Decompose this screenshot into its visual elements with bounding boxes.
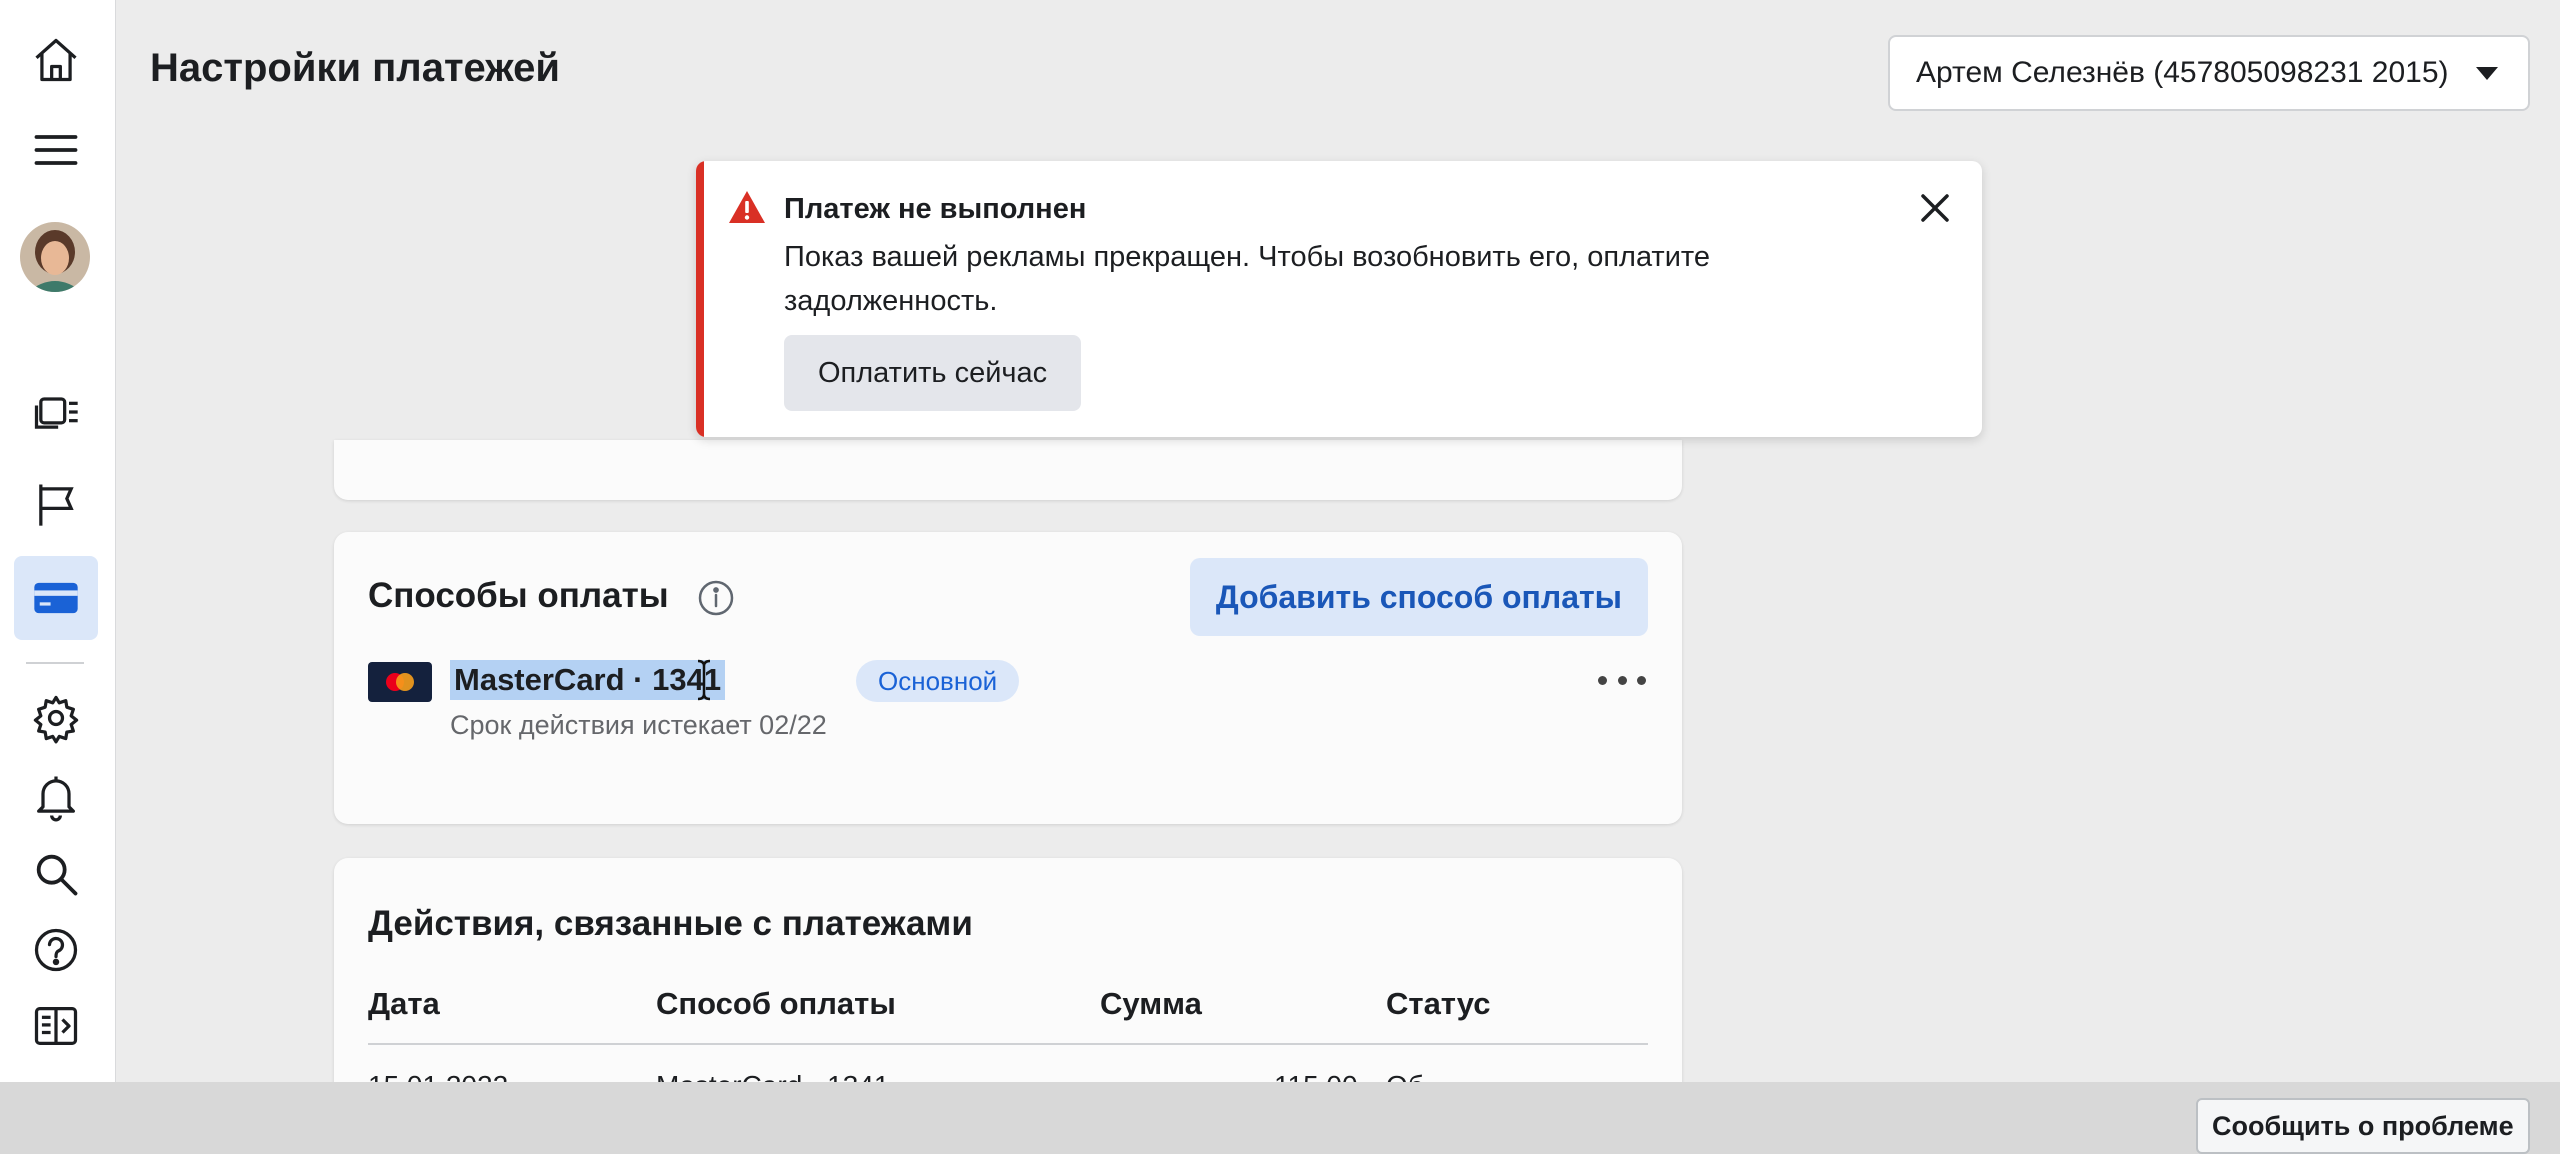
primary-badge: Основной <box>856 660 1020 702</box>
info-icon[interactable] <box>696 578 736 618</box>
home-button[interactable] <box>14 18 98 102</box>
payment-activity-card: Действия, связанные с платежами Дата Спо… <box>334 858 1682 1118</box>
more-dot <box>1598 675 1607 685</box>
help-icon <box>34 928 78 972</box>
pages-icon <box>39 484 74 526</box>
account-selector[interactable]: Артем Селезнёв (457805098231 2015) <box>1888 35 2530 111</box>
add-payment-method-button[interactable]: Добавить способ оплаты <box>1189 558 1648 636</box>
settings-button[interactable] <box>14 676 98 760</box>
menu-icon <box>34 135 78 165</box>
pay-now-button[interactable]: Оплатить сейчас <box>784 335 1082 411</box>
menu-button[interactable] <box>14 108 98 192</box>
ads-manager-button[interactable] <box>14 370 98 454</box>
column-header-status[interactable]: Статус <box>1386 986 1490 1022</box>
table-divider <box>368 1043 1648 1045</box>
more-dot <box>1617 675 1627 685</box>
page-title: Настройки платежей <box>150 46 560 90</box>
search-button[interactable] <box>14 832 98 916</box>
avatar[interactable] <box>20 222 90 292</box>
alert-message: Показ вашей рекламы прекращен. Чтобы воз… <box>784 241 1711 317</box>
panel-toggle-icon <box>34 1007 78 1045</box>
column-header-date[interactable]: Дата <box>368 986 440 1022</box>
home-icon <box>35 38 77 82</box>
report-problem-button[interactable]: Сообщить о проблеме <box>2196 1098 2530 1154</box>
settings-icon <box>33 695 79 744</box>
payment-activity-title: Действия, связанные с платежами <box>368 904 973 943</box>
rail-divider <box>26 662 84 664</box>
bottom-bar <box>0 1082 2560 1154</box>
alert-title: Платеж не выполнен <box>784 193 1087 225</box>
more-options-button[interactable] <box>1598 662 1646 698</box>
payment-card-name[interactable]: MasterCard · 1341 <box>450 660 726 700</box>
warning-icon <box>729 191 765 223</box>
panel-toggle-button[interactable] <box>14 984 98 1068</box>
left-rail <box>0 0 116 1082</box>
notifications-icon <box>37 776 75 822</box>
billing-summary-card <box>334 440 1682 500</box>
notifications-button[interactable] <box>14 754 98 838</box>
column-header-method[interactable]: Способ оплаты <box>656 986 896 1022</box>
alert-accent-bar <box>696 161 704 437</box>
chevron-down-icon <box>2476 67 2498 80</box>
mastercard-icon <box>368 662 432 702</box>
billing-icon <box>34 582 78 614</box>
payment-failed-alert: Платеж не выполнен Показ вашей рекламы п… <box>696 161 1982 437</box>
payment-card-expiry: Срок действия истекает 02/22 <box>450 710 827 740</box>
text-cursor-icon <box>697 659 711 701</box>
search-icon <box>36 854 78 896</box>
avatar-image <box>20 222 90 292</box>
column-header-amount[interactable]: Сумма <box>1100 986 1202 1022</box>
payment-methods-title: Способы оплаты <box>368 576 669 615</box>
more-dot <box>1637 675 1646 685</box>
account-selector-label: Артем Селезнёв (457805098231 2015) <box>1916 56 2449 89</box>
pages-button[interactable] <box>14 462 98 546</box>
ads-icon <box>34 397 78 429</box>
payment-methods-card: Способы оплаты Добавить способ оплаты Ma… <box>334 532 1682 824</box>
billing-button[interactable] <box>14 556 98 640</box>
close-icon[interactable] <box>1918 191 1952 225</box>
help-button[interactable] <box>14 908 98 992</box>
